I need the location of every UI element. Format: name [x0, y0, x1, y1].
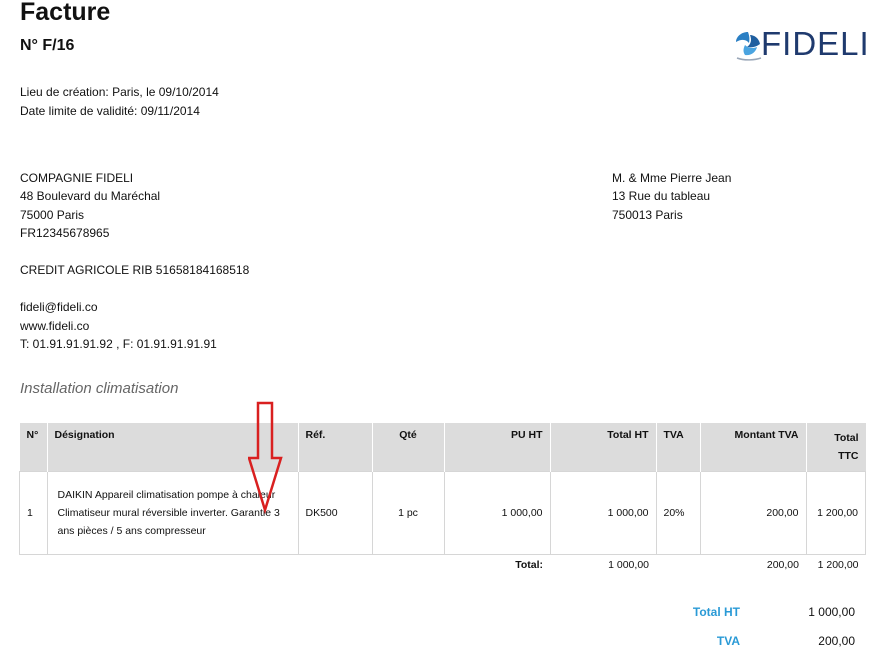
recipient-name: M. & Mme Pierre Jean — [612, 171, 732, 185]
summary-tva-value: 200,00 — [818, 634, 855, 648]
table-header-row: N° Désignation Réf. Qté PU HT Total HT T… — [19, 423, 866, 472]
invoice-table: N° Désignation Réf. Qté PU HT Total HT T… — [19, 423, 866, 589]
sender-web: www.fideli.co — [20, 319, 90, 333]
table-row: 1 DAIKIN Appareil climatisation pompe à … — [19, 471, 866, 555]
totals-ttc: 1 200,00 — [817, 559, 859, 571]
cell-no: 1 — [19, 471, 48, 555]
totals-ht: 1 000,00 — [608, 559, 649, 571]
validity-date: Date limite de validité: 09/11/2014 — [20, 104, 200, 118]
summary-total-ht-label: Total HT — [692, 605, 740, 619]
col-montant-tva: Montant TVA — [699, 423, 806, 472]
cell-pu: 1 000,00 — [443, 471, 551, 555]
down-arrow-icon — [248, 401, 283, 514]
col-ref: Réf. — [297, 423, 372, 472]
sender-name: COMPAGNIE FIDELI — [20, 171, 134, 185]
invoice-title: Facture — [20, 0, 111, 26]
cell-montant-tva: 200,00 — [699, 471, 807, 555]
creation-place: Lieu de création: Paris, le 09/10/2014 — [20, 85, 219, 99]
summary-total-ht-value: 1 000,00 — [808, 605, 855, 619]
fan-icon — [736, 32, 762, 61]
logo-text: FIDELI — [761, 25, 869, 62]
col-no: N° — [19, 423, 47, 472]
summary-tva-label: TVA — [716, 634, 740, 648]
cell-total-ttc: 1 200,00 — [805, 471, 866, 555]
col-qty: Qté — [371, 423, 444, 472]
sender-phone: T: 01.91.91.91.92 , F: 01.91.91.91.91 — [20, 337, 217, 351]
sender-city: 75000 Paris — [20, 208, 85, 222]
cell-tva: 20% — [655, 471, 701, 555]
invoice-number: N° F/16 — [20, 37, 75, 54]
col-pu: PU HT — [443, 423, 550, 472]
sender-bank: CREDIT AGRICOLE RIB 51658184168518 — [20, 263, 250, 277]
recipient-city: 750013 Paris — [612, 208, 683, 222]
totals-montant-tva: 200,00 — [766, 559, 799, 571]
col-total-ht: Total HT — [549, 423, 656, 472]
sender-email: fideli@fideli.co — [20, 300, 98, 314]
company-logo: FIDELI — [733, 25, 869, 64]
section-title: Installation climatisation — [20, 380, 179, 397]
totals-row: Total: 1 000,00 200,00 1 200,00 — [20, 555, 866, 590]
cell-total-ht: 1 000,00 — [549, 471, 657, 555]
sender-vat: FR12345678965 — [20, 226, 110, 240]
cell-ref: DK500 — [297, 471, 373, 555]
sender-street: 48 Boulevard du Maréchal — [20, 189, 161, 203]
cell-qty: 1 pc — [371, 471, 445, 555]
totals-label: Total: — [515, 559, 543, 571]
col-tva: TVA — [655, 423, 700, 472]
recipient-street: 13 Rue du tableau — [612, 189, 711, 203]
col-total-ttc: Total TTC — [805, 423, 866, 472]
